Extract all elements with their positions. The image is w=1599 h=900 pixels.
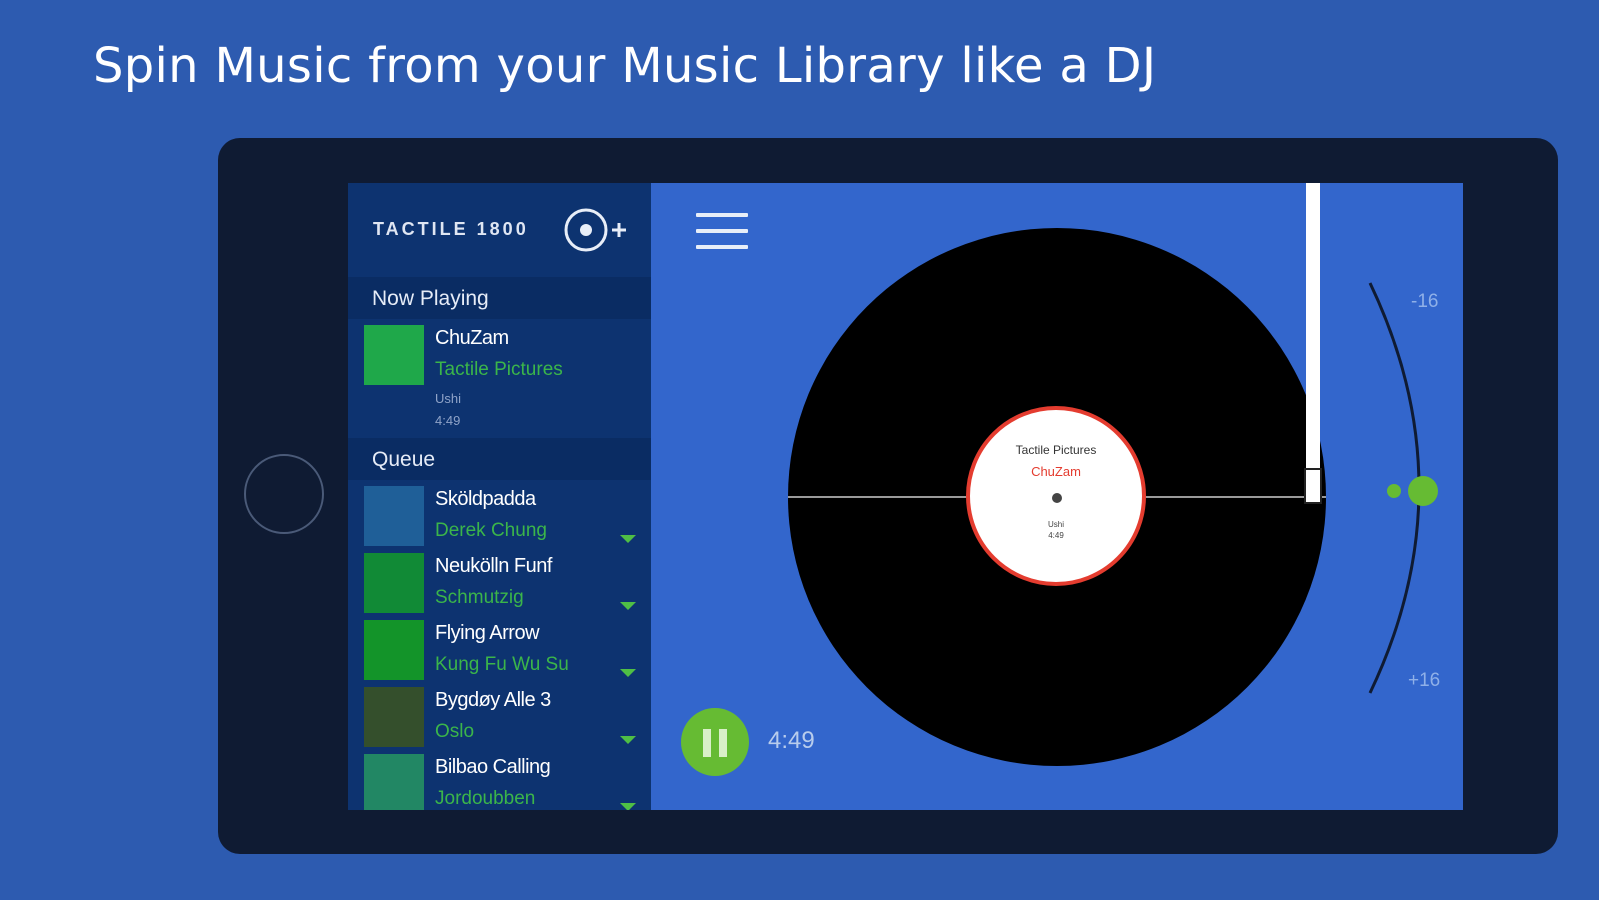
album-art [364,754,424,810]
chevron-down-icon[interactable] [620,602,636,610]
sidebar: TACTILE 1800 Now Playing ChuZam Tactile … [348,183,651,810]
tablet-device: TACTILE 1800 Now Playing ChuZam Tactile … [218,138,1558,854]
label-duration: 4:49 [1048,531,1064,540]
track-artist: Jordoubben [435,788,536,809]
track-title: Bygdøy Alle 3 [435,689,551,711]
home-button[interactable] [244,454,324,534]
track-artist: Tactile Pictures [435,359,563,380]
app-screen: TACTILE 1800 Now Playing ChuZam Tactile … [348,183,1463,810]
track-title: Bilbao Calling [435,756,551,778]
tonearm-head[interactable] [1304,468,1322,504]
track-title: Neukölln Funf [435,555,552,577]
chevron-down-icon[interactable] [620,803,636,810]
pause-button[interactable] [681,708,749,776]
label-artist: Tactile Pictures [1015,443,1097,457]
album-art [364,325,424,385]
label-title: ChuZam [1031,464,1081,479]
album-art [364,486,424,546]
label-album: Ushi [1047,520,1064,529]
elapsed-time: 4:49 [768,727,815,754]
track-artist: Derek Chung [435,520,547,541]
track-artist: Kung Fu Wu Su [435,654,569,675]
record-label: Tactile Pictures ChuZam Ushi 4:49 [966,406,1146,586]
pitch-slider[interactable] [1358,273,1458,703]
track-title: ChuZam [435,327,509,349]
track-album: Ushi [435,391,462,406]
pause-icon [703,729,711,757]
track-duration: 4:49 [435,413,461,428]
menu-icon[interactable] [696,213,748,255]
tonearm[interactable] [1306,183,1320,501]
album-art [364,620,424,680]
now-playing-item[interactable]: ChuZam Tactile Pictures Ushi 4:49 [348,319,651,439]
chevron-down-icon[interactable] [620,669,636,677]
track-artist: Oslo [435,721,475,742]
page-headline: Spin Music from your Music Library like … [93,38,1157,94]
pitch-max-label: +16 [1408,670,1441,691]
track-artist: Schmutzig [435,587,524,608]
track-title: Sköldpadda [435,488,536,510]
album-art [364,553,424,613]
vinyl-record[interactable]: Tactile Pictures ChuZam Ushi 4:49 [788,228,1326,766]
chevron-down-icon[interactable] [620,736,636,744]
now-playing-header: Now Playing [348,277,651,319]
chevron-down-icon[interactable] [620,535,636,543]
add-record-icon[interactable] [564,205,634,255]
queue-header: Queue [348,438,651,480]
spindle [1052,493,1062,503]
app-brand: TACTILE 1800 [373,219,529,239]
album-art [364,687,424,747]
pitch-min-label: -16 [1411,291,1439,312]
track-title: Flying Arrow [435,622,540,644]
